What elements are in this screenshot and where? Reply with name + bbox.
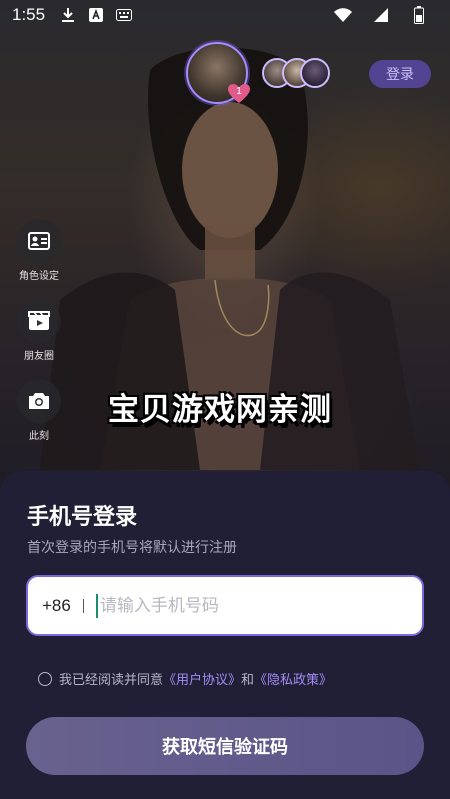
side-item-label: 朋友圈: [24, 351, 54, 362]
badge-count: 1: [236, 86, 242, 97]
status-bar: 1:55: [0, 0, 450, 30]
field-divider: [82, 598, 84, 613]
agreement-row: 我已经阅读并同意 《用户协议》 和 《隐私政策》: [38, 669, 332, 688]
status-time: 1:55: [12, 5, 46, 24]
privacy-policy-link[interactable]: 《隐私政策》: [254, 669, 332, 688]
login-button[interactable]: 登录: [369, 60, 431, 88]
character-avatar-thumb[interactable]: [300, 58, 330, 88]
user-agreement-link[interactable]: 《用户协议》: [163, 669, 241, 688]
side-button[interactable]: [17, 219, 61, 263]
agreement-and: 和: [241, 673, 255, 688]
heart-badge: 1: [228, 84, 250, 104]
get-sms-code-button[interactable]: 获取短信验证码: [26, 717, 424, 775]
battery-icon: [410, 6, 428, 24]
login-sheet: 手机号登录 首次登录的手机号将默认进行注册 +86 我已经阅读并同意 《用户协议…: [0, 471, 450, 799]
sheet-subtitle: 首次登录的手机号将默认进行注册: [27, 540, 237, 556]
signal-icon: [372, 6, 390, 24]
agreement-radio[interactable]: [38, 671, 52, 686]
country-code[interactable]: +86: [42, 596, 71, 616]
phone-input[interactable]: [99, 595, 390, 616]
agreement-text: 我已经阅读并同意: [59, 673, 164, 688]
side-item-label: 角色设定: [19, 271, 59, 282]
download-icon: [59, 6, 77, 24]
side-item-now[interactable]: 此刻: [16, 379, 62, 442]
id-card-icon: [28, 232, 50, 250]
side-item-label: 此刻: [29, 431, 49, 442]
text-format-icon: [87, 6, 105, 24]
sheet-title: 手机号登录: [27, 505, 138, 530]
side-button[interactable]: [17, 379, 61, 423]
wifi-icon: [334, 6, 352, 24]
text-caret: [95, 593, 98, 618]
camera-icon: [29, 393, 49, 409]
side-button[interactable]: [17, 299, 61, 343]
side-item-moments[interactable]: 朋友圈: [16, 299, 62, 362]
phone-field[interactable]: +86: [26, 575, 424, 636]
video-clapper-icon: [28, 311, 50, 330]
side-item-character-settings[interactable]: 角色设定: [16, 219, 62, 282]
watermark-text: 宝贝游戏网亲测: [108, 392, 332, 428]
keyboard-icon: [115, 6, 133, 24]
